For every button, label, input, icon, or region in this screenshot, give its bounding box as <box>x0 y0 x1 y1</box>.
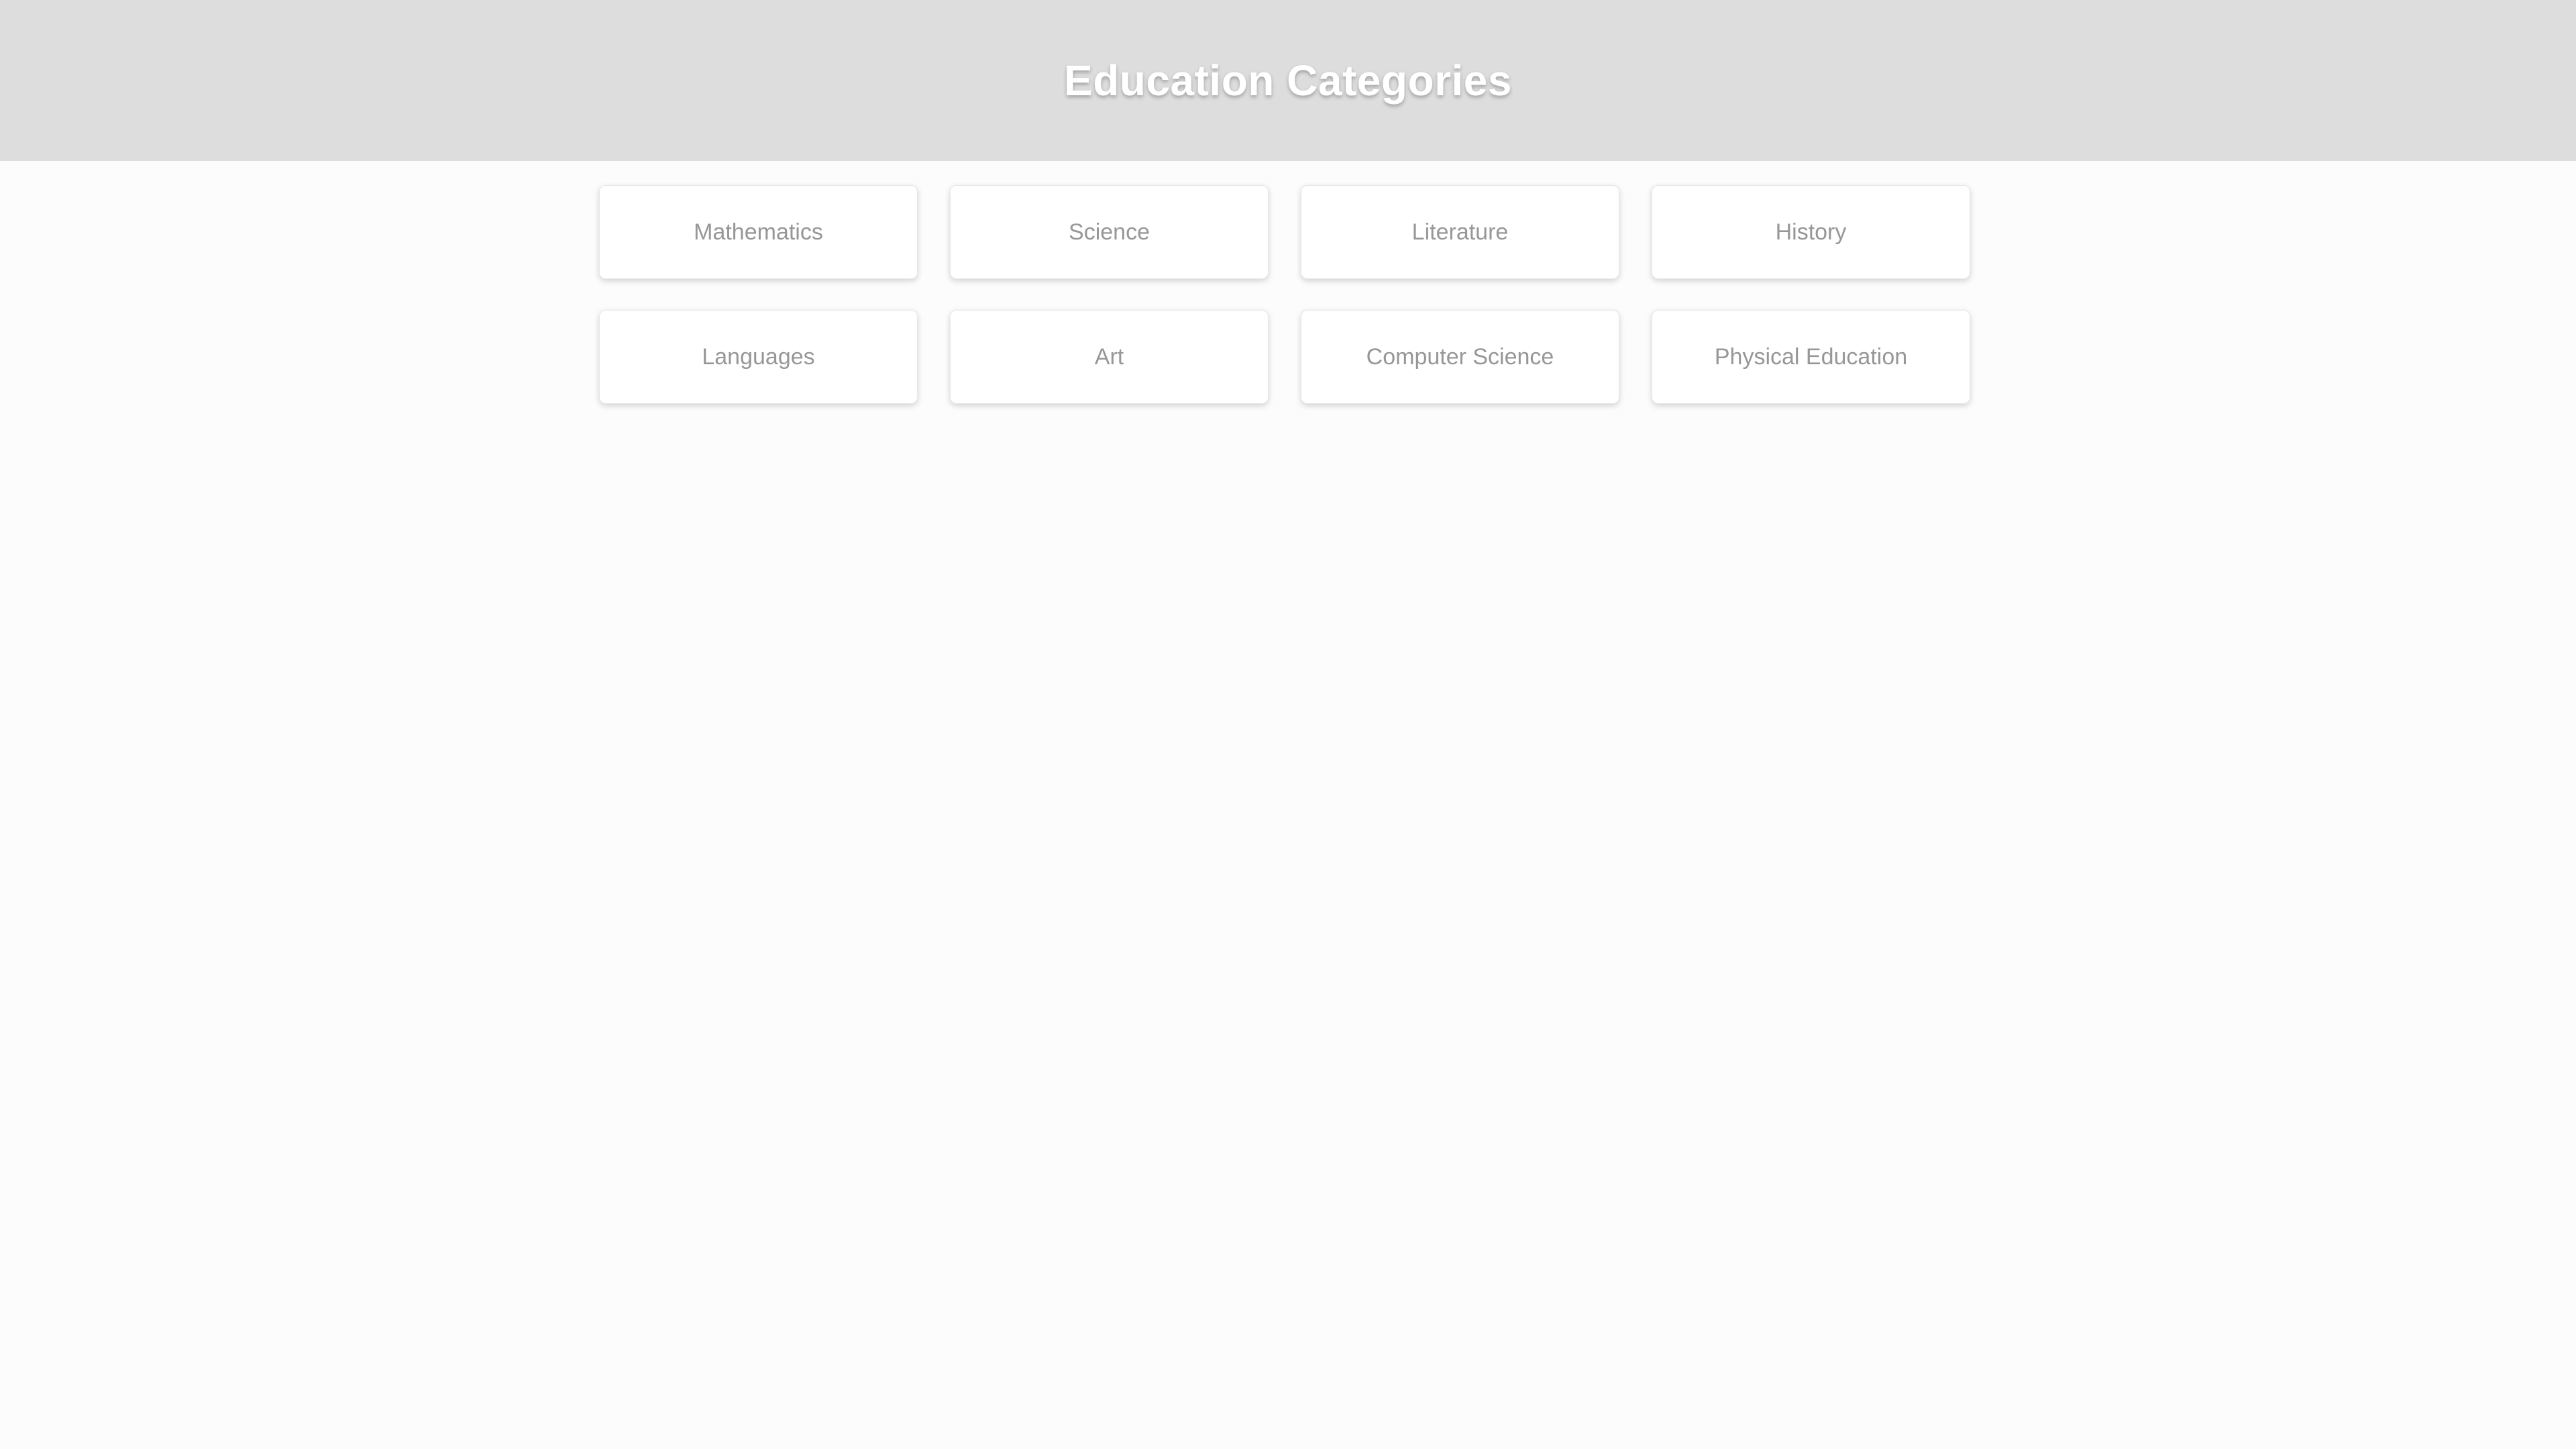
category-label: Mathematics <box>694 219 823 245</box>
page-title: Education Categories <box>1064 56 1512 105</box>
category-label: Art <box>1094 344 1124 370</box>
page-header: Education Categories <box>0 0 2576 161</box>
education-categories-page: Education Categories Mathematics Science… <box>0 0 2576 1449</box>
category-label: Physical Education <box>1714 344 1908 370</box>
category-card-science[interactable]: Science <box>950 185 1269 279</box>
category-label: Literature <box>1411 219 1509 245</box>
category-card-physical-education[interactable]: Physical Education <box>1652 310 1970 404</box>
category-card-art[interactable]: Art <box>950 310 1269 404</box>
category-card-history[interactable]: History <box>1652 185 1970 279</box>
category-card-computer-science[interactable]: Computer Science <box>1301 310 1619 404</box>
category-card-literature[interactable]: Literature <box>1301 185 1619 279</box>
category-label: History <box>1775 219 1847 245</box>
category-label: Computer Science <box>1366 344 1554 370</box>
category-label: Languages <box>702 344 815 370</box>
category-grid: Mathematics Science Literature History L… <box>599 185 1972 404</box>
category-card-mathematics[interactable]: Mathematics <box>599 185 918 279</box>
category-card-languages[interactable]: Languages <box>599 310 918 404</box>
category-label: Science <box>1069 219 1150 245</box>
